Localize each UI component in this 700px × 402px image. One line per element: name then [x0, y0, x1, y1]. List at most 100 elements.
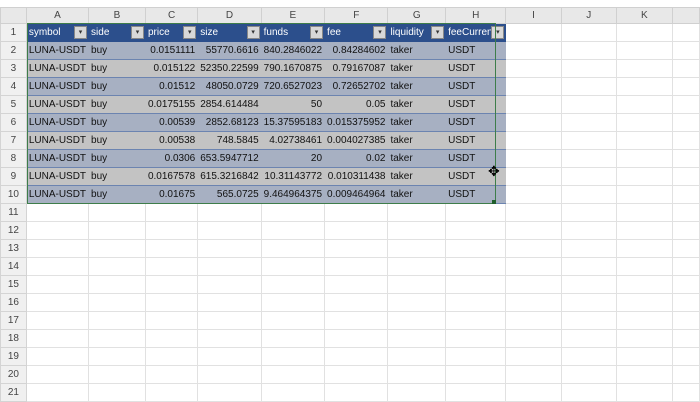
cell[interactable] — [197, 329, 262, 348]
column-header[interactable]: G — [387, 7, 447, 24]
filter-dropdown-icon[interactable]: ▾ — [183, 26, 197, 39]
cell[interactable]: 0.02 — [324, 149, 389, 168]
cell[interactable]: 748.5845 — [197, 131, 262, 150]
cell[interactable] — [144, 383, 199, 402]
row-header[interactable]: 6 — [0, 113, 27, 132]
cell[interactable] — [260, 275, 326, 294]
column-header[interactable]: D — [197, 7, 262, 24]
cell[interactable]: USDT — [445, 185, 507, 204]
cell[interactable] — [671, 329, 700, 348]
cell[interactable] — [560, 131, 618, 150]
cell[interactable] — [505, 221, 562, 240]
cell[interactable]: 0.0167578 — [144, 167, 199, 186]
cell[interactable] — [197, 293, 262, 312]
cell[interactable] — [671, 23, 700, 42]
cell[interactable]: 9.464964375 — [260, 185, 326, 204]
row-header[interactable]: 14 — [0, 257, 27, 276]
cell[interactable] — [505, 149, 562, 168]
cell[interactable] — [560, 275, 618, 294]
cell[interactable] — [505, 41, 562, 60]
cell[interactable]: 2854.614484 — [197, 95, 262, 114]
row-header[interactable]: 20 — [0, 365, 27, 384]
cell[interactable] — [560, 113, 618, 132]
cell[interactable]: buy — [88, 77, 146, 96]
cell[interactable]: LUNA-USDT — [25, 113, 90, 132]
cell[interactable] — [671, 239, 700, 258]
cell[interactable] — [560, 77, 618, 96]
cell[interactable] — [560, 311, 618, 330]
cell[interactable] — [445, 383, 507, 402]
cell[interactable]: LUNA-USDT — [25, 77, 90, 96]
cell[interactable] — [88, 275, 146, 294]
cell[interactable] — [324, 293, 389, 312]
cell[interactable] — [671, 149, 700, 168]
cell[interactable]: taker — [387, 167, 447, 186]
cell[interactable] — [560, 41, 618, 60]
cell[interactable] — [616, 347, 673, 366]
cell[interactable]: buy — [88, 185, 146, 204]
cell[interactable] — [197, 203, 262, 222]
cell[interactable] — [505, 239, 562, 258]
cell[interactable]: taker — [387, 41, 447, 60]
cell[interactable] — [616, 329, 673, 348]
cell[interactable]: 52350.22599 — [197, 59, 262, 78]
cell[interactable] — [387, 347, 447, 366]
cell[interactable] — [387, 311, 447, 330]
cell[interactable] — [671, 293, 700, 312]
cell[interactable] — [671, 365, 700, 384]
cell[interactable] — [260, 365, 326, 384]
table-header-cell[interactable]: funds ▾ — [260, 23, 326, 42]
cell[interactable] — [671, 185, 700, 204]
cell[interactable]: 565.0725 — [197, 185, 262, 204]
cell[interactable]: buy — [88, 167, 146, 186]
cell[interactable] — [144, 203, 199, 222]
filter-dropdown-icon[interactable]: ▾ — [310, 26, 324, 39]
cell[interactable] — [505, 329, 562, 348]
cell[interactable] — [324, 275, 389, 294]
cell[interactable]: 0.010311438 — [324, 167, 389, 186]
cell[interactable] — [324, 221, 389, 240]
cell[interactable] — [260, 203, 326, 222]
cell[interactable] — [616, 383, 673, 402]
cell[interactable] — [671, 203, 700, 222]
cell[interactable] — [616, 311, 673, 330]
cell[interactable] — [144, 275, 199, 294]
cell[interactable] — [25, 203, 90, 222]
cell[interactable] — [144, 347, 199, 366]
row-header[interactable]: 5 — [0, 95, 27, 114]
cell[interactable] — [560, 293, 618, 312]
cell[interactable] — [560, 167, 618, 186]
cell[interactable] — [88, 383, 146, 402]
row-header[interactable]: 21 — [0, 383, 27, 402]
cell[interactable] — [616, 293, 673, 312]
cell[interactable]: taker — [387, 185, 447, 204]
cell[interactable] — [560, 59, 618, 78]
cell[interactable]: buy — [88, 113, 146, 132]
cell[interactable] — [505, 203, 562, 222]
cell[interactable] — [387, 239, 447, 258]
row-header[interactable]: 4 — [0, 77, 27, 96]
cell[interactable]: buy — [88, 131, 146, 150]
cell[interactable]: buy — [88, 95, 146, 114]
cell[interactable] — [144, 221, 199, 240]
table-header-cell[interactable]: liquidity ▾ — [387, 23, 447, 42]
table-header-cell[interactable]: feeCurrenc ▾ — [445, 23, 507, 42]
cell[interactable]: 790.1670875 — [260, 59, 326, 78]
cell[interactable] — [197, 365, 262, 384]
cell[interactable] — [197, 257, 262, 276]
cell[interactable]: 0.01675 — [144, 185, 199, 204]
cell[interactable] — [387, 257, 447, 276]
row-header[interactable]: 18 — [0, 329, 27, 348]
cell[interactable] — [387, 365, 447, 384]
row-header[interactable]: 9 — [0, 167, 27, 186]
select-all-corner[interactable] — [0, 7, 27, 24]
row-header[interactable]: 13 — [0, 239, 27, 258]
cell[interactable] — [560, 329, 618, 348]
cell[interactable] — [616, 149, 673, 168]
cell[interactable] — [88, 329, 146, 348]
cell[interactable] — [387, 293, 447, 312]
cell[interactable] — [671, 167, 700, 186]
cell[interactable] — [88, 365, 146, 384]
cell[interactable] — [616, 203, 673, 222]
cell[interactable] — [505, 95, 562, 114]
